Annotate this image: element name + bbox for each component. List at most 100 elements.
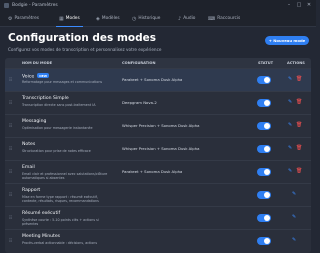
tab-label: Historique xyxy=(138,16,161,21)
table-row[interactable]: ⠿ Meeting Minutes Procès-verbal actionna… xyxy=(5,229,311,252)
column-header-config: CONFIGURATION xyxy=(122,61,156,65)
microphone-icon: ♪ xyxy=(178,15,182,22)
edit-icon[interactable]: ✎ xyxy=(292,214,296,220)
window-title: Bodgie - Paramètres xyxy=(12,2,58,8)
delete-icon[interactable]: 🗑 xyxy=(296,99,302,105)
edit-icon[interactable]: ✎ xyxy=(292,237,296,243)
modes-table: NOM DU MODE CONFIGURATION STATUT ACTIONS… xyxy=(5,58,311,253)
tab-modes[interactable]: ▦ Modes xyxy=(56,10,83,27)
edit-icon[interactable]: ✎ xyxy=(292,191,296,197)
maximize-button[interactable]: □ xyxy=(294,0,304,10)
grid-icon: ▦ xyxy=(59,15,64,22)
mode-name: Rapport xyxy=(22,188,41,193)
new-badge: NEW xyxy=(37,73,50,78)
drag-handle-icon[interactable]: ⠿ xyxy=(9,124,12,129)
toggle-knob xyxy=(264,123,270,129)
column-header-name: NOM DU MODE xyxy=(22,61,53,65)
edit-icon[interactable]: ✎ xyxy=(288,168,292,174)
toggle-knob xyxy=(264,169,270,175)
mode-config: Parakeet + Sonoma Dusk Alpha xyxy=(122,169,183,174)
mode-config: Whisper Precision + Sonoma Dusk Alpha xyxy=(122,123,200,128)
mode-config: Parakeet + Sonoma Dusk Alpha xyxy=(122,77,183,82)
mode-description: Email clair et professionnel avec saluta… xyxy=(22,172,108,181)
edit-icon[interactable]: ✎ xyxy=(288,99,292,105)
tab-bar: ⚙ Paramètres ▦ Modes ◈ Modèles ◷ Histori… xyxy=(0,10,316,27)
drag-handle-icon[interactable]: ⠿ xyxy=(9,147,12,152)
delete-icon[interactable]: 🗑 xyxy=(296,168,302,174)
table-header: NOM DU MODE CONFIGURATION STATUT ACTIONS xyxy=(5,58,311,68)
tab-historique[interactable]: ◷ Historique xyxy=(132,10,160,27)
tab-label: Paramètres xyxy=(14,16,39,21)
mode-description: Optimisation pour messagerie instantanée xyxy=(22,126,93,130)
mode-description: Transcription directe sans post-traiteme… xyxy=(22,103,96,107)
drag-handle-icon[interactable]: ⠿ xyxy=(9,170,12,175)
tab-raccourcis[interactable]: ⌨ Raccourcis xyxy=(208,10,240,27)
tab-label: Modèles xyxy=(101,16,120,21)
mode-config: Deepgram Nova-2 xyxy=(122,100,157,105)
mode-name: Email xyxy=(22,165,35,170)
toggle-knob xyxy=(264,146,270,152)
minimize-button[interactable]: – xyxy=(284,0,294,10)
edit-icon[interactable]: ✎ xyxy=(288,122,292,128)
toggle-knob xyxy=(264,192,270,198)
status-toggle[interactable] xyxy=(257,237,271,245)
tab-parametres[interactable]: ⚙ Paramètres xyxy=(8,10,39,27)
mode-name: Meeting Minutes xyxy=(22,234,61,239)
tab-audio[interactable]: ♪ Audio xyxy=(178,10,195,27)
toggle-knob xyxy=(264,100,270,106)
status-toggle[interactable] xyxy=(257,168,271,176)
table-row[interactable]: ⠿ Transcription Simple Transcription dir… xyxy=(5,91,311,114)
page-subtitle: Configurez vos modes de transcription et… xyxy=(8,47,162,52)
drag-handle-icon[interactable]: ⠿ xyxy=(9,216,12,221)
drag-handle-icon[interactable]: ⠿ xyxy=(9,239,12,244)
keyboard-icon: ⌨ xyxy=(208,15,216,22)
tab-modeles[interactable]: ◈ Modèles xyxy=(96,10,120,27)
status-toggle[interactable] xyxy=(257,145,271,153)
table-row[interactable]: ⠿ Rapport Mise en forme type rapport : r… xyxy=(5,183,311,206)
mode-description: Structuration pour prise de notes effica… xyxy=(22,149,91,153)
page-title: Configuration des modes xyxy=(8,32,156,44)
mode-description: Reformatage pour messages et communicati… xyxy=(22,80,103,84)
mode-description: Procès-verbal actionnable : décisions, a… xyxy=(22,241,98,245)
column-header-status: STATUT xyxy=(258,61,274,65)
mode-name: Notes xyxy=(22,142,36,147)
delete-icon[interactable]: 🗑 xyxy=(296,76,302,82)
mode-name: Résumé exécutif xyxy=(22,211,61,216)
table-row[interactable]: ⠿ Messaging Optimisation pour messagerie… xyxy=(5,114,311,137)
tab-label: Audio xyxy=(183,16,196,21)
mode-name: Voice NEW xyxy=(22,73,50,80)
toggle-knob xyxy=(264,238,270,244)
cube-icon: ◈ xyxy=(96,15,100,22)
table-row[interactable]: ⠿ Voice NEW Reformatage pour messages et … xyxy=(5,68,311,91)
delete-icon[interactable]: 🗑 xyxy=(296,145,302,151)
column-header-actions: ACTIONS xyxy=(287,61,305,65)
toggle-knob xyxy=(264,77,270,83)
mode-name: Transcription Simple xyxy=(22,96,69,101)
gear-icon: ⚙ xyxy=(8,15,13,22)
edit-icon[interactable]: ✎ xyxy=(288,145,292,151)
clock-icon: ◷ xyxy=(132,15,137,22)
table-row[interactable]: ⠿ Email Email clair et professionnel ave… xyxy=(5,160,311,183)
status-toggle[interactable] xyxy=(257,214,271,222)
status-toggle[interactable] xyxy=(257,76,271,84)
drag-handle-icon[interactable]: ⠿ xyxy=(9,193,12,198)
drag-handle-icon[interactable]: ⠿ xyxy=(9,78,12,83)
close-button[interactable]: ✕ xyxy=(304,0,314,10)
edit-icon[interactable]: ✎ xyxy=(288,76,292,82)
app-icon xyxy=(4,2,9,8)
mode-description: Synthèse courte : 5-10 points clés + act… xyxy=(22,218,99,227)
new-mode-button[interactable]: + Nouveau mode xyxy=(265,36,309,45)
table-row[interactable]: ⠿ Résumé exécutif Synthèse courte : 5-10… xyxy=(5,206,311,229)
status-toggle[interactable] xyxy=(257,99,271,107)
title-bar: Bodgie - Paramètres – □ ✕ xyxy=(0,0,316,10)
mode-description: Mise en forme type rapport : résumé exéc… xyxy=(22,195,99,204)
mode-config: Whisper Precision + Sonoma Dusk Alpha xyxy=(122,146,200,151)
delete-icon[interactable]: 🗑 xyxy=(296,122,302,128)
status-toggle[interactable] xyxy=(257,122,271,130)
drag-handle-icon[interactable]: ⠿ xyxy=(9,101,12,106)
tab-label: Modes xyxy=(65,16,80,21)
mode-name: Messaging xyxy=(22,119,47,124)
window-controls: – □ ✕ xyxy=(284,0,314,10)
status-toggle[interactable] xyxy=(257,191,271,199)
table-row[interactable]: ⠿ Notes Structuration pour prise de note… xyxy=(5,137,311,160)
